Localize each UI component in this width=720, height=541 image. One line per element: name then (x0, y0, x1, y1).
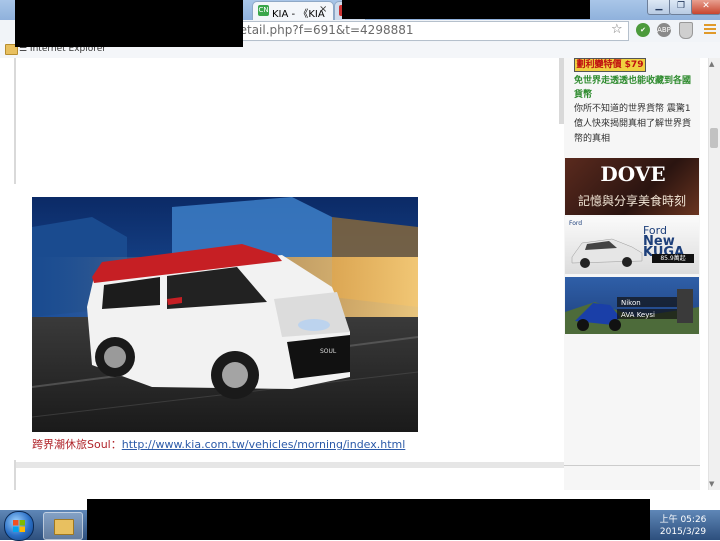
ford-price: 85.9萬起 (652, 254, 694, 263)
sidebar-divider (564, 465, 700, 466)
shield-extension-icon[interactable] (679, 22, 693, 39)
system-clock[interactable]: 上午 05:26 2015/3/29 (655, 514, 711, 538)
redaction-block (15, 0, 243, 47)
dove-logo: DOVE (600, 162, 666, 186)
ford-car-icon (571, 238, 643, 268)
dove-tagline: 記憶與分享美食時刻 (577, 194, 686, 208)
taskbar-explorer-button[interactable] (43, 512, 83, 540)
url-text[interactable]: detail.php?f=691&t=4298881 (232, 23, 414, 37)
ad-nikon-banner[interactable]: Nikon AVA Keysi (565, 277, 699, 334)
kia-soul-image: SOUL (32, 197, 418, 432)
promo-description: 你所不知道的世界貨幣 震驚1億人快來揭開真相了解世界貨幣的真相 (574, 104, 692, 144)
tab-kia[interactable]: CN KIA - 《KIA × (252, 1, 334, 21)
page-scrollbar[interactable] (708, 58, 720, 490)
minimize-button[interactable]: ▁ (647, 0, 671, 15)
chrome-menu-icon[interactable] (704, 24, 716, 35)
ad-ford-banner[interactable]: Ford Ford New KUGA 85.9萬起 (565, 217, 699, 274)
extension-check-icon[interactable]: ✔ (636, 23, 650, 37)
nikon-label-2: AVA Keysi (621, 311, 655, 319)
nikon-label: Nikon (621, 299, 641, 307)
redaction-block (342, 0, 590, 19)
kia-link[interactable]: http://www.kia.com.tw/vehicles/morning/i… (122, 438, 406, 451)
tab-close-icon[interactable]: × (319, 4, 327, 15)
promo-title[interactable]: 免世界走透透也能收藏到各國貨幣 (574, 74, 692, 102)
bookmark-star-icon[interactable]: ☆ (611, 22, 623, 37)
redaction-block (87, 499, 650, 540)
car-badge: SOUL (320, 348, 337, 355)
folder-icon (54, 519, 74, 535)
content-footer-strip (16, 462, 564, 468)
clock-date: 2015/3/29 (659, 527, 707, 537)
adblock-icon[interactable]: ABP (657, 23, 671, 37)
scroll-up-icon[interactable]: ▲ (709, 60, 714, 68)
windows-logo-icon (13, 520, 25, 532)
caption-label: 跨界潮休旅Soul： (32, 438, 122, 451)
close-window-button[interactable]: ✕ (691, 0, 720, 15)
scroll-down-icon[interactable]: ▼ (709, 480, 714, 488)
tab-title: KIA - 《KIA (272, 9, 325, 20)
site-favicon-icon: CN (258, 5, 269, 16)
clock-time: 上午 05:26 (659, 515, 707, 525)
image-caption: 跨界潮休旅Soul：http://www.kia.com.tw/vehicles… (32, 436, 405, 452)
promo-banner[interactable]: 劃利變特價 $79 (574, 58, 646, 72)
maximize-button[interactable]: ❐ (669, 0, 693, 15)
ford-brand: Ford (569, 220, 583, 227)
scroll-thumb[interactable] (710, 128, 718, 148)
content-border (14, 58, 16, 184)
start-button[interactable] (4, 511, 34, 541)
ad-dove-banner[interactable]: DOVE 記憶與分享美食時刻 (565, 158, 699, 215)
nikon-ad-art: Nikon AVA Keysi (565, 289, 699, 334)
